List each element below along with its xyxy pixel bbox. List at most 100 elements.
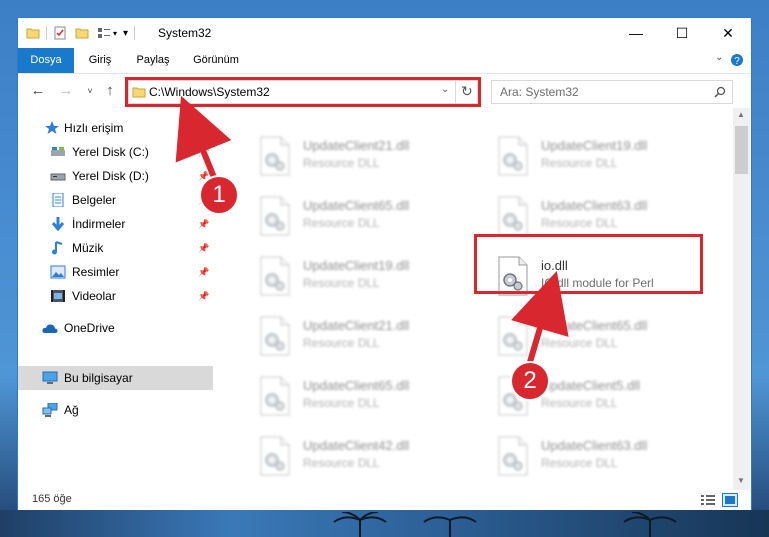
file-item[interactable]: UpdateClient21.dll Resource DLL — [253, 308, 483, 364]
sidebar-item-onedrive[interactable]: OneDrive — [18, 316, 213, 340]
dll-file-icon — [498, 196, 528, 236]
close-button[interactable]: ✕ — [705, 18, 751, 48]
sidebar-item-label: Yerel Disk (D:) — [72, 169, 149, 183]
file-description: Resource DLL — [541, 156, 618, 170]
ribbon-tabs: Dosya Giriş Paylaş Görünüm ⌄ ? — [18, 48, 751, 74]
file-description: Resource DLL — [303, 336, 380, 350]
address-highlight — [125, 77, 481, 107]
tab-view[interactable]: Görünüm — [186, 48, 246, 73]
properties-icon[interactable] — [53, 26, 67, 40]
pin-icon[interactable]: 📌 — [198, 243, 209, 254]
navigation-pane: Hızlı erişim Yerel Disk (C:) 📌 Yerel Dis… — [18, 108, 213, 490]
file-description: Resource DLL — [303, 456, 380, 470]
sidebar-item-downloads[interactable]: İndirmeler 📌 — [18, 212, 213, 236]
title-bar: ▾ ▾ System32 — ☐ ✕ — [18, 18, 751, 48]
up-button[interactable]: ↑ — [100, 81, 120, 101]
minimize-button[interactable]: — — [613, 18, 659, 48]
file-description: Resource DLL — [541, 336, 618, 350]
dll-file-icon — [260, 196, 290, 236]
sidebar-item-videos[interactable]: Videolar 📌 — [18, 284, 213, 308]
dll-file-icon — [260, 136, 290, 176]
sidebar-item-this-pc[interactable]: Bu bilgisayar — [18, 366, 213, 390]
music-icon — [52, 241, 63, 255]
file-name: UpdateClient65.dll — [303, 198, 410, 213]
help-icon[interactable]: ? — [730, 53, 744, 67]
sidebar-item-drive-c[interactable]: Yerel Disk (C:) 📌 — [18, 140, 213, 164]
palm-tree-decoration — [623, 512, 677, 537]
dll-file-icon — [498, 436, 528, 476]
dll-file-icon — [260, 376, 290, 416]
documents-icon — [52, 193, 64, 207]
file-description: Resource DLL — [303, 216, 380, 230]
folder-icon — [26, 28, 40, 39]
palm-tree-decoration — [423, 516, 477, 537]
palm-tree-decoration — [333, 512, 387, 537]
sidebar-item-quick-access[interactable]: Hızlı erişim — [18, 116, 213, 140]
svg-text:?: ? — [734, 56, 740, 67]
sidebar-item-network[interactable]: Ağ — [18, 398, 213, 422]
sidebar-item-drive-d[interactable]: Yerel Disk (D:) 📌 — [18, 164, 213, 188]
file-item[interactable]: UpdateClient63.dll Resource DLL — [491, 428, 721, 484]
recent-locations-button[interactable]: ˅ — [80, 81, 100, 101]
back-button[interactable]: ← — [28, 81, 48, 101]
search-box[interactable]: Ara: System32 — [491, 80, 733, 104]
search-input[interactable]: Ara: System32 — [500, 85, 579, 99]
sidebar-item-label: Videolar — [72, 289, 116, 303]
explorer-window: ▾ ▾ System32 — ☐ ✕ Dosya Giriş Paylaş Gö… — [17, 17, 752, 510]
tab-share[interactable]: Paylaş — [130, 48, 176, 73]
sidebar-item-label: Müzik — [72, 241, 104, 255]
forward-button[interactable]: → — [56, 81, 76, 101]
file-item[interactable]: UpdateClient19.dll Resource DLL — [253, 248, 483, 304]
status-bar: 165 öğe — [18, 490, 751, 510]
pin-icon[interactable]: 📌 — [198, 267, 209, 278]
pin-icon[interactable]: 📌 — [198, 147, 209, 158]
separator — [46, 26, 47, 40]
sidebar-item-music[interactable]: Müzik 📌 — [18, 236, 213, 260]
vertical-scrollbar[interactable]: ▲ ▼ — [733, 108, 750, 490]
sidebar-item-pictures[interactable]: Resimler 📌 — [18, 260, 213, 284]
item-count: 165 öğe — [32, 493, 72, 505]
scrollbar-thumb[interactable] — [735, 126, 748, 174]
star-icon — [45, 121, 59, 134]
file-name: UpdateClient19.dll — [541, 138, 648, 153]
file-name: UpdateClient5.dll — [541, 378, 641, 393]
file-name: UpdateClient63.dll — [541, 198, 648, 213]
tab-file[interactable]: Dosya — [18, 48, 74, 73]
cloud-icon — [42, 324, 58, 333]
maximize-button[interactable]: ☐ — [659, 18, 705, 48]
sidebar-item-label: Belgeler — [72, 193, 117, 207]
sidebar-item-label: Yerel Disk (C:) — [72, 145, 149, 159]
separator — [134, 26, 136, 40]
file-item[interactable]: UpdateClient42.dll Resource DLL — [253, 428, 483, 484]
pin-icon[interactable]: 📌 — [198, 291, 209, 302]
sidebar-item-documents[interactable]: Belgeler 📌 — [18, 188, 213, 212]
file-description: Resource DLL — [303, 396, 380, 410]
file-item[interactable]: UpdateClient19.dll Resource DLL — [491, 128, 721, 184]
network-icon — [42, 403, 58, 417]
dll-file-icon — [498, 136, 528, 176]
dropdown-icon[interactable]: ▾ — [113, 29, 117, 38]
file-item[interactable]: UpdateClient65.dll Resource DLL — [253, 368, 483, 424]
scroll-down-icon[interactable]: ▼ — [737, 476, 745, 485]
window-title: System32 — [158, 26, 212, 40]
file-name: UpdateClient19.dll — [303, 258, 410, 273]
file-item[interactable]: UpdateClient65.dll Resource DLL — [491, 308, 721, 364]
dll-file-icon — [260, 316, 290, 356]
pin-icon[interactable]: 📌 — [198, 219, 209, 230]
file-item[interactable]: UpdateClient65.dll Resource DLL — [253, 188, 483, 244]
file-item[interactable]: UpdateClient21.dll Resource DLL — [253, 128, 483, 184]
file-name: UpdateClient21.dll — [303, 318, 410, 333]
large-icons-view-icon[interactable] — [722, 493, 738, 507]
scroll-up-icon[interactable]: ▲ — [737, 110, 745, 119]
expand-ribbon-icon[interactable]: ⌄ — [715, 52, 723, 63]
pictures-icon — [50, 265, 66, 279]
file-description: Resource DLL — [303, 276, 380, 290]
tab-home[interactable]: Giriş — [80, 48, 120, 73]
dll-file-icon — [498, 316, 528, 356]
customize-toolbar-icon[interactable]: ▾ — [123, 28, 128, 39]
search-icon[interactable] — [714, 86, 726, 98]
new-folder-icon[interactable] — [75, 26, 89, 40]
sidebar-item-label: Ağ — [64, 403, 79, 417]
view-options-icon[interactable] — [97, 26, 111, 40]
details-view-icon[interactable] — [700, 494, 716, 506]
